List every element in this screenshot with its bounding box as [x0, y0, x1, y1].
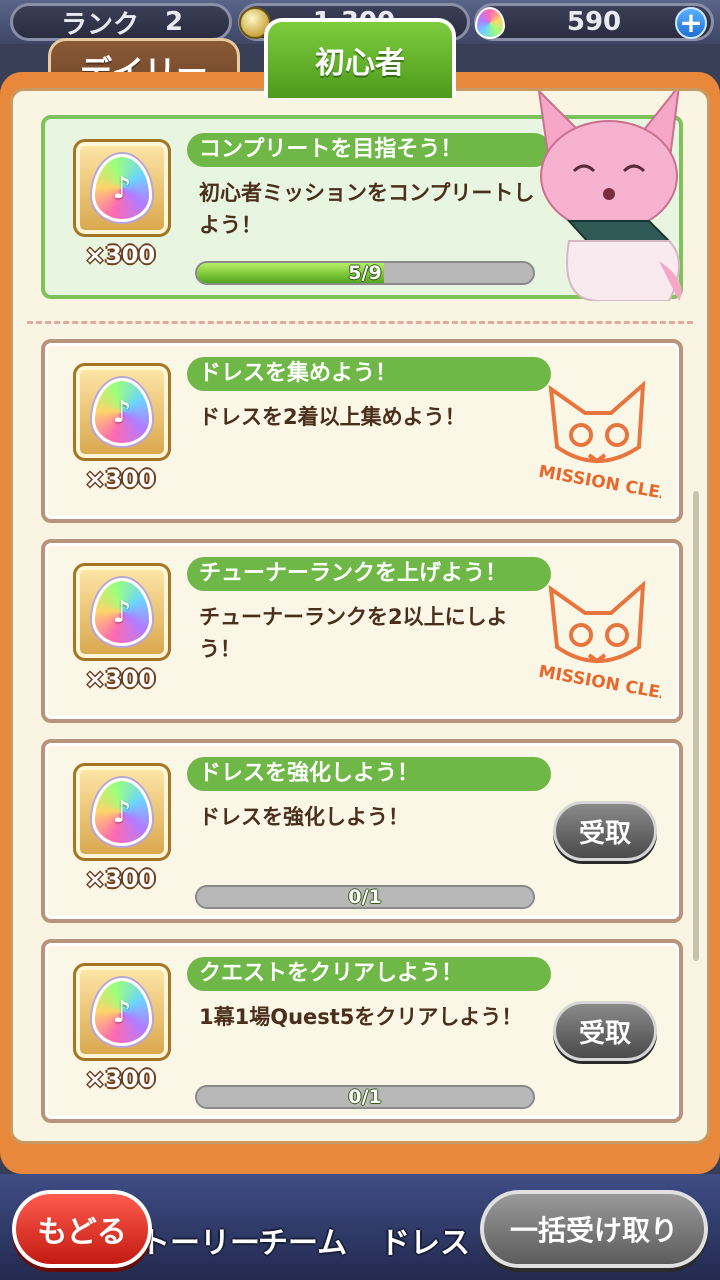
nav-item-team[interactable]: チーム	[258, 1218, 347, 1262]
cat-mascot-icon	[537, 91, 682, 301]
bottom-nav: トーリー チーム ドレス もどる 一括受け取り	[0, 1174, 720, 1280]
mission-title: チューナーランクを上げよう！	[187, 557, 551, 591]
featured-mission: ♪ ×300 コンプリートを目指そう！ 初心者ミッションをコンプリートしよう！ …	[41, 91, 683, 301]
mission-title: ドレスを集めよう！	[187, 357, 551, 391]
rainbow-gem-icon: ♪	[92, 978, 152, 1046]
reward-icon-box: ♪	[73, 363, 171, 461]
tab-beginner[interactable]: 初心者	[264, 18, 456, 98]
progress-text: 5/9	[348, 262, 382, 284]
mission-panel: ♪ ×300 コンプリートを目指そう！ 初心者ミッションをコンプリートしよう！ …	[0, 72, 720, 1174]
mission-description: 1幕1場Quest5をクリアしよう！	[199, 1005, 523, 1029]
gem-display: 590 +	[474, 3, 714, 41]
reward-icon-box: ♪	[73, 139, 171, 237]
mission-description: ドレスを強化しよう！	[199, 805, 409, 829]
rainbow-gem-icon: ♪	[92, 578, 152, 646]
mission-title: クエストをクリアしよう！	[187, 957, 551, 991]
stamp-text: MISSION CLEAR	[537, 662, 661, 703]
mission-card: ♪ ×300 チューナーランクを上げよう！ チューナーランクを2以上にしよう！ …	[41, 539, 683, 723]
rank-display: ランク 2	[10, 3, 232, 41]
mission-clear-stamp: MISSION CLEAR	[537, 380, 661, 503]
rainbow-gem-icon: ♪	[92, 154, 152, 222]
nav-item-story[interactable]: トーリー	[140, 1218, 260, 1262]
mission-clear-stamp: MISSION CLEAR	[537, 580, 661, 703]
progress-bar: 5/9	[195, 261, 535, 285]
mission-card: ♪ ×300 ドレスを強化しよう！ ドレスを強化しよう！ 受取 0/1	[41, 739, 683, 923]
gem-count: 590	[566, 7, 622, 37]
section-divider	[27, 321, 693, 324]
mission-title: コンプリートを目指そう！	[187, 133, 551, 167]
mission-description: 初心者ミッションをコンプリートしよう！	[199, 181, 535, 237]
reward-icon-box: ♪	[73, 763, 171, 861]
claim-button[interactable]: 受取	[553, 801, 657, 861]
mission-card: ♪ ×300 クエストをクリアしよう！ 1幕1場Quest5をクリアしよう！ 受…	[41, 939, 683, 1123]
reward-quantity: ×300	[85, 241, 156, 269]
add-gems-button[interactable]: +	[675, 7, 707, 39]
rainbow-gem-icon: ♪	[92, 778, 152, 846]
reward-icon-box: ♪	[73, 963, 171, 1061]
rank-label: ランク	[61, 9, 140, 40]
mission-card: ♪ ×300 ドレスを集めよう！ ドレスを2着以上集めよう！ MISSION C…	[41, 339, 683, 523]
rank-value: 2	[165, 7, 184, 37]
progress-text: 0/1	[348, 886, 382, 908]
claim-all-button[interactable]: 一括受け取り	[480, 1190, 708, 1268]
progress-bar: 0/1	[195, 885, 535, 909]
mission-title: ドレスを強化しよう！	[187, 757, 551, 791]
claim-button[interactable]: 受取	[553, 1001, 657, 1061]
progress-text: 0/1	[348, 1086, 382, 1108]
reward-quantity: ×300	[85, 1065, 156, 1093]
mission-description: ドレスを2着以上集めよう！	[199, 405, 466, 429]
back-button[interactable]: もどる	[12, 1190, 152, 1268]
reward-quantity: ×300	[85, 465, 156, 493]
mission-description: チューナーランクを2以上にしよう！	[199, 605, 508, 661]
mission-list: ♪ ×300 コンプリートを目指そう！ 初心者ミッションをコンプリートしよう！ …	[10, 88, 710, 1144]
stamp-text: MISSION CLEAR	[537, 462, 661, 503]
reward-quantity: ×300	[85, 865, 156, 893]
scrollbar[interactable]	[693, 491, 699, 961]
reward-icon-box: ♪	[73, 563, 171, 661]
reward-quantity: ×300	[85, 665, 156, 693]
progress-bar: 0/1	[195, 1085, 535, 1109]
rainbow-gem-icon: ♪	[92, 378, 152, 446]
gem-icon	[475, 7, 505, 39]
nav-item-dress[interactable]: ドレス	[380, 1218, 470, 1262]
